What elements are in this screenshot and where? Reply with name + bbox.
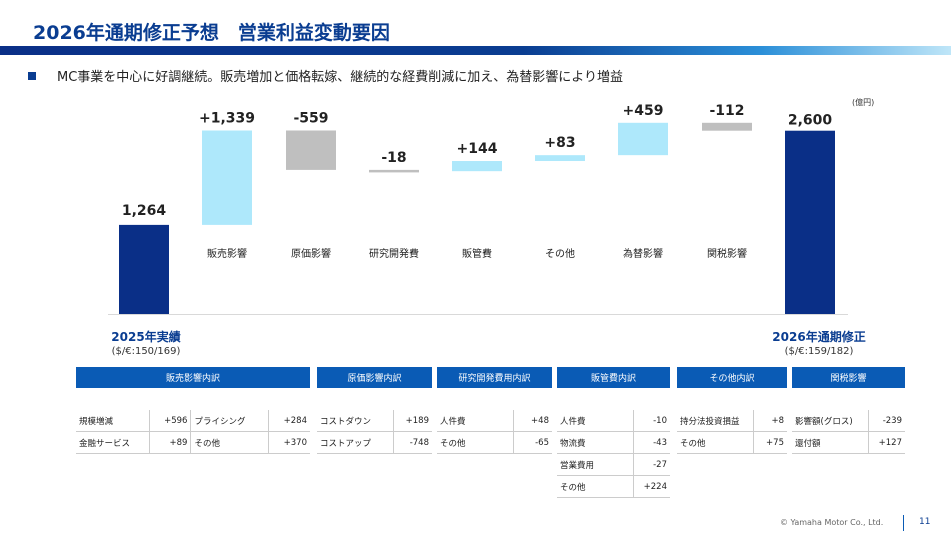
table-row: 還付額 +127 — [792, 431, 905, 454]
waterfall-chart: 1,264 +1,339 販売影響 -559 原価影響 -18 研究開発費 +144 販管費 +8… — [108, 103, 848, 315]
start-period-label: 2025年実績 — [111, 330, 181, 344]
category-label: 為替影響 — [623, 247, 663, 260]
category-label: 原価影響 — [291, 247, 331, 260]
breakdown-item-label: コストアップ — [317, 431, 394, 454]
data-label-step: -559 — [293, 110, 328, 126]
bar-step — [452, 161, 502, 172]
breakdown-item-label: 人件費 — [437, 410, 514, 432]
table-row: 規模増減 +596 プライシング +284 — [76, 410, 310, 432]
table-row: その他 +224 — [557, 475, 670, 498]
bar-step — [202, 130, 252, 225]
breakdown-table-tariff: 影響額(グロス) -239 還付額 +127 — [792, 410, 905, 454]
breakdown-header-sga: 販管費内訳 — [557, 367, 670, 388]
end-period-label: 2026年通期修正 — [772, 330, 866, 344]
breakdown-item-label: 還付額 — [792, 431, 869, 454]
breakdown-table-rnd: 人件費 +48 その他 -65 — [437, 410, 552, 454]
bar-start — [119, 224, 169, 314]
breakdown-item-label: 持分法投資損益 — [677, 410, 754, 432]
table-row: その他 +75 — [677, 431, 787, 454]
table-row: 人件費 -10 — [557, 410, 670, 432]
footer-divider — [903, 515, 904, 531]
category-label: その他 — [545, 247, 575, 260]
table-row: その他 -65 — [437, 431, 552, 454]
category-label: 販管費 — [462, 247, 492, 260]
breakdown-item-value: +8 — [753, 410, 787, 432]
breakdown-table-sales: 規模増減 +596 プライシング +284 金融サービス +89 その他 +37… — [76, 410, 310, 454]
breakdown-item-label: 金融サービス — [76, 431, 150, 454]
table-row: 金融サービス +89 その他 +370 — [76, 431, 310, 454]
data-label-step: +83 — [544, 135, 575, 151]
breakdown-item-label: プライシング — [190, 410, 270, 432]
table-row: 営業費用 -27 — [557, 453, 670, 476]
table-row: 影響額(グロス) -239 — [792, 410, 905, 432]
breakdown-item-label: 物流費 — [557, 431, 634, 454]
breakdown-item-label: 営業費用 — [557, 453, 634, 476]
table-row: 物流費 -43 — [557, 431, 670, 454]
data-label-step: +144 — [457, 141, 498, 157]
category-label: 関税影響 — [707, 247, 747, 260]
breakdown-item-value: -27 — [633, 453, 670, 476]
data-label-step: -112 — [709, 103, 744, 119]
data-label-start: 1,264 — [122, 203, 167, 219]
breakdown-header-cost: 原価影響内訳 — [317, 367, 432, 388]
page-number: 11 — [919, 517, 931, 527]
end-rate-label: ($/€:159/182) — [784, 346, 854, 357]
bar-step — [286, 130, 336, 170]
breakdown-item-value: -10 — [633, 410, 670, 432]
copyright-text: © Yamaha Motor Co., Ltd. — [780, 518, 884, 527]
breakdown-header-sales: 販売影響内訳 — [76, 367, 310, 388]
bar-step — [535, 155, 585, 162]
table-row: コストダウン +189 — [317, 410, 432, 432]
breakdown-table-cost: コストダウン +189 コストアップ -748 — [317, 410, 432, 454]
breakdown-item-value: -65 — [513, 431, 552, 454]
breakdown-item-value: +596 — [149, 410, 192, 432]
data-label-step: +1,339 — [199, 110, 255, 126]
breakdown-item-value: +48 — [513, 410, 552, 432]
bar-step — [369, 169, 419, 173]
bar-step — [618, 122, 668, 156]
breakdown-item-label: その他 — [557, 475, 634, 498]
start-rate-label: ($/€:150/169) — [111, 346, 181, 357]
breakdown-item-label: その他 — [190, 431, 270, 454]
data-label-step: -18 — [381, 150, 406, 166]
breakdown-item-value: +75 — [753, 431, 787, 454]
category-label: 販売影響 — [207, 247, 247, 260]
breakdown-item-label: 人件費 — [557, 410, 634, 432]
breakdown-item-value: +370 — [268, 431, 310, 454]
data-label-step: +459 — [623, 103, 664, 119]
table-row: コストアップ -748 — [317, 431, 432, 454]
breakdown-item-value: -43 — [633, 431, 670, 454]
table-row: 持分法投資損益 +8 — [677, 410, 787, 432]
breakdown-item-label: 規模増減 — [76, 410, 150, 432]
breakdown-item-value: +284 — [268, 410, 310, 432]
breakdown-header-tariff: 関税影響 — [792, 367, 905, 388]
breakdown-item-label: その他 — [677, 431, 754, 454]
breakdown-item-value: -748 — [393, 431, 432, 454]
breakdown-table-sga: 人件費 -10 物流費 -43 営業費用 -27 その他 +224 — [557, 410, 670, 498]
bar-end — [785, 130, 835, 314]
category-label: 研究開発費 — [369, 247, 419, 260]
breakdown-header-rnd: 研究開発費用内訳 — [437, 367, 552, 388]
breakdown-item-value: +127 — [868, 431, 905, 454]
breakdown-header-other: その他内訳 — [677, 367, 787, 388]
bar-step — [702, 122, 752, 131]
table-row: 人件費 +48 — [437, 410, 552, 432]
breakdown-table-other: 持分法投資損益 +8 その他 +75 — [677, 410, 787, 454]
breakdown-item-value: +189 — [393, 410, 432, 432]
breakdown-item-label: コストダウン — [317, 410, 394, 432]
breakdown-item-value: +224 — [633, 475, 670, 498]
breakdown-item-label: その他 — [437, 431, 514, 454]
breakdown-item-value: -239 — [868, 410, 905, 432]
breakdown-item-value: +89 — [149, 431, 192, 454]
data-label-end: 2,600 — [788, 113, 833, 129]
breakdown-item-label: 影響額(グロス) — [792, 410, 869, 432]
